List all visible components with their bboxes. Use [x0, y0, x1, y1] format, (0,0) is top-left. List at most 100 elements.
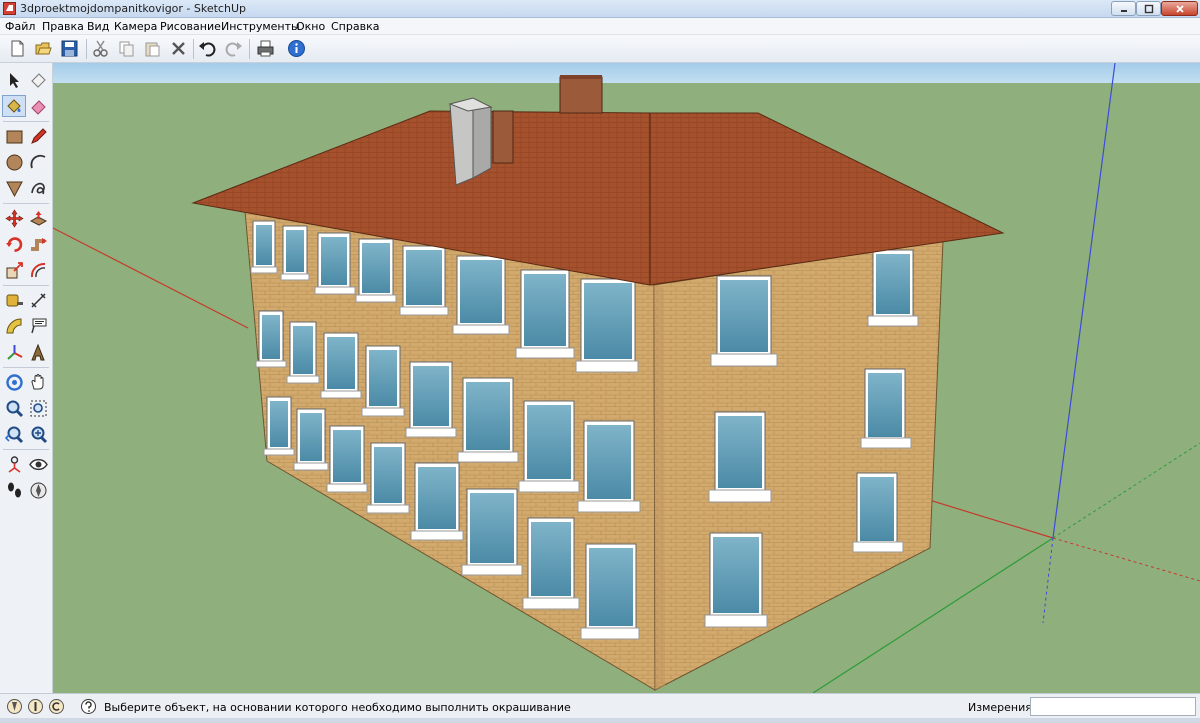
- toolbar-separator: [86, 39, 87, 59]
- save-icon: [61, 40, 78, 57]
- menu-help[interactable]: Справка: [331, 20, 379, 33]
- menu-draw[interactable]: Рисование: [160, 20, 221, 33]
- paint-bucket-tool[interactable]: [2, 95, 26, 117]
- 3d-text-tool[interactable]: [26, 341, 50, 363]
- text-tool[interactable]: [26, 315, 50, 337]
- paste-icon: [145, 42, 160, 57]
- menu-edit[interactable]: Правка: [42, 20, 84, 33]
- undo-icon: [199, 42, 216, 57]
- 3d-text-icon: [30, 343, 45, 360]
- orbit-tool[interactable]: [2, 371, 26, 393]
- large-tool-set: [0, 63, 53, 693]
- offset-icon: [30, 262, 45, 277]
- menu-view[interactable]: Вид: [87, 20, 109, 33]
- protractor-tool[interactable]: [2, 315, 26, 337]
- geo-location-icon[interactable]: [6, 698, 23, 715]
- make-component-tool[interactable]: [26, 69, 50, 91]
- new-button[interactable]: [6, 37, 29, 60]
- zoom-extents-tool[interactable]: [26, 423, 50, 445]
- previous-view-tool[interactable]: [2, 423, 26, 445]
- chimney-grey: [448, 97, 493, 186]
- text-icon: [30, 318, 46, 333]
- eraser-pink-icon: [30, 99, 46, 115]
- scale-tool[interactable]: [2, 259, 26, 281]
- arc-tool[interactable]: [26, 151, 50, 173]
- follow-me-icon: [30, 237, 47, 251]
- model-viewport[interactable]: [53, 63, 1200, 693]
- axes-tool[interactable]: [2, 341, 26, 363]
- paste-button[interactable]: [141, 37, 164, 60]
- zoom-tool[interactable]: [2, 397, 26, 419]
- dimension-icon: [30, 292, 46, 308]
- print-button[interactable]: [254, 37, 277, 60]
- menu-file[interactable]: Файл: [5, 20, 35, 33]
- rotate-tool[interactable]: [2, 233, 26, 255]
- cut-icon: [93, 40, 108, 57]
- maximize-button[interactable]: [1136, 1, 1161, 16]
- save-button[interactable]: [58, 37, 81, 60]
- tool-separator: [3, 285, 49, 286]
- model-info-button[interactable]: [285, 37, 308, 60]
- minimize-button[interactable]: [1111, 1, 1136, 16]
- menu-bar: Файл Правка Вид Камера Рисование Инструм…: [0, 18, 1200, 35]
- sky: [53, 63, 1200, 83]
- menu-window[interactable]: Окно: [296, 20, 325, 33]
- select-tool[interactable]: [2, 69, 26, 91]
- freehand-icon: [30, 182, 45, 194]
- zoom-window-tool[interactable]: [26, 397, 50, 419]
- user-account-icon[interactable]: [48, 698, 65, 715]
- circle-tool[interactable]: [2, 151, 26, 173]
- model-info-icon: [288, 40, 305, 57]
- push-pull-icon: [29, 210, 47, 226]
- tool-separator: [3, 203, 49, 204]
- pencil-icon: [30, 127, 47, 144]
- rotate-icon: [5, 236, 22, 252]
- offset-tool[interactable]: [26, 259, 50, 281]
- close-button[interactable]: [1161, 1, 1198, 16]
- credits-icon[interactable]: [27, 698, 44, 715]
- walk-icon: [7, 482, 21, 497]
- measurements-input[interactable]: [1030, 697, 1196, 716]
- copy-icon: [119, 41, 134, 57]
- zoom-extents-icon: [31, 426, 47, 443]
- menu-camera[interactable]: Камера: [114, 20, 157, 33]
- tape-measure-tool[interactable]: [2, 289, 26, 311]
- follow-me-tool[interactable]: [26, 233, 50, 255]
- title-bar: 3dproektmojdompanitkovigor - SketchUp: [0, 0, 1200, 18]
- freehand-tool[interactable]: [26, 177, 50, 199]
- polygon-tool[interactable]: [2, 177, 26, 199]
- eraser-tool[interactable]: [26, 95, 50, 117]
- previous-icon: [4, 426, 23, 443]
- paint-bucket-icon: [6, 98, 21, 113]
- axes-icon: [6, 344, 22, 360]
- redo-button[interactable]: [222, 37, 245, 60]
- arc-icon: [30, 154, 45, 168]
- move-tool[interactable]: [2, 207, 26, 229]
- rectangle-icon: [6, 130, 22, 143]
- position-camera-tool[interactable]: [2, 453, 26, 475]
- dimension-tool[interactable]: [26, 289, 50, 311]
- walk-tool[interactable]: [2, 479, 26, 501]
- zoom-window-icon: [30, 400, 46, 416]
- menu-tools[interactable]: Инструменты: [221, 20, 300, 33]
- open-button[interactable]: [32, 37, 55, 60]
- section-plane-tool[interactable]: [26, 479, 50, 501]
- tape-measure-icon: [6, 294, 23, 306]
- cut-button[interactable]: [89, 37, 112, 60]
- rectangle-tool[interactable]: [2, 125, 26, 147]
- line-tool[interactable]: [26, 125, 50, 147]
- look-around-tool[interactable]: [26, 453, 50, 475]
- push-pull-tool[interactable]: [26, 207, 50, 229]
- erase-icon: [172, 42, 185, 55]
- help-icon[interactable]: [80, 698, 97, 715]
- pan-tool[interactable]: [26, 371, 50, 393]
- section-plane-icon: [30, 482, 46, 498]
- zoom-icon: [6, 400, 23, 417]
- chimney-small: [492, 110, 514, 164]
- tool-separator: [3, 121, 49, 122]
- pan-icon: [30, 373, 43, 389]
- erase-button[interactable]: [167, 37, 190, 60]
- copy-button[interactable]: [115, 37, 138, 60]
- undo-button[interactable]: [196, 37, 219, 60]
- scene-canvas: [53, 63, 1200, 693]
